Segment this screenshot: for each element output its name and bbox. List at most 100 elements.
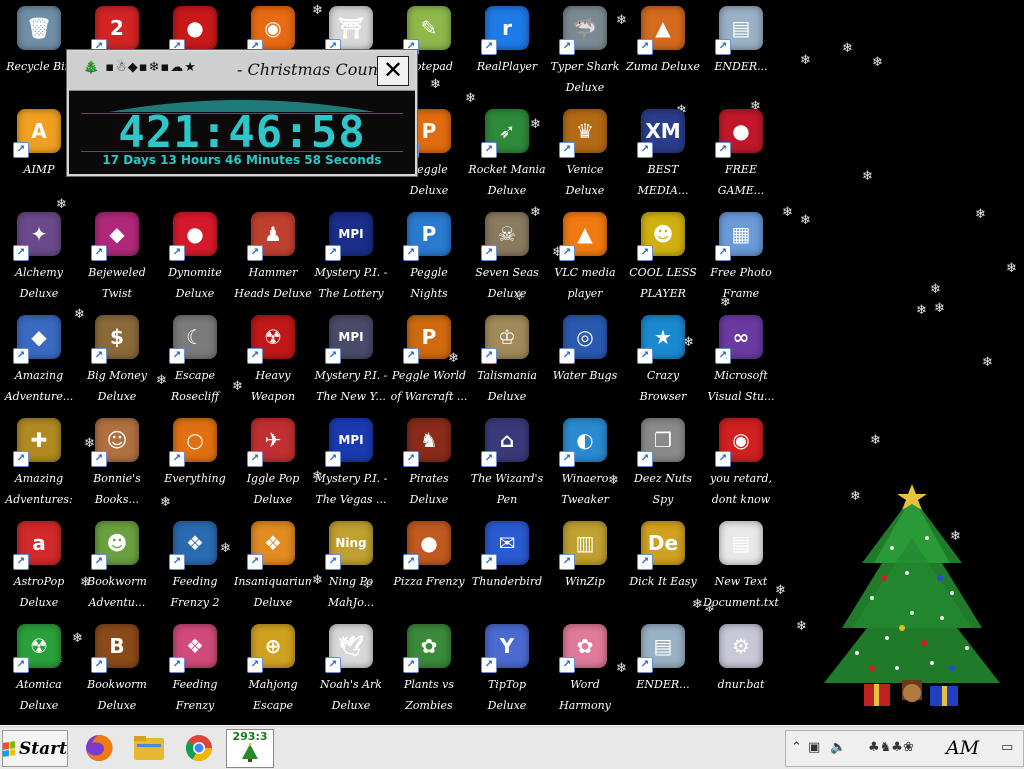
start-label: Start: [19, 738, 67, 759]
desktop-icon[interactable]: ✦ ↗ Alchemy Deluxe: [0, 208, 78, 311]
desktop-icon[interactable]: ● ↗ Dynomite Deluxe: [156, 208, 234, 311]
desktop-icon-label: Dynomite Deluxe: [168, 266, 222, 300]
desktop-icon[interactable]: ➶ ↗ Rocket Mania Deluxe: [468, 105, 546, 208]
snowflake-icon: ❄: [872, 55, 883, 70]
tray-clock[interactable]: AM: [946, 737, 979, 759]
desktop-icon[interactable]: B ↗ Bookworm Deluxe: [78, 620, 156, 723]
desktop-icon[interactable]: 🕊 ↗ Noah's Ark Deluxe: [312, 620, 390, 723]
desktop-icon[interactable]: XM ↗ BEST MEDIA...: [624, 105, 702, 208]
christmas-countdown-gadget[interactable]: 🎄 ▪☃◆▪❄▪☁★ - Christmas Coun... ✕ 421:46:…: [67, 50, 417, 176]
desktop-icon-label: Insaniquarium Deluxe: [234, 575, 312, 609]
shortcut-arrow-icon: ↗: [559, 554, 575, 570]
desktop-icon[interactable]: ♟ ↗ Hammer Heads Deluxe: [234, 208, 312, 311]
desktop-icon[interactable]: ⚙ dnur.bat: [702, 620, 780, 723]
taskbar-chrome-button[interactable]: [180, 730, 218, 765]
shortcut-arrow-icon: ↗: [325, 451, 341, 467]
taskbar-firefox-button[interactable]: [80, 730, 118, 765]
desktop-icon[interactable]: ✚↗ Amazing Adventures: ...: [0, 414, 78, 517]
desktop-icon[interactable]: ☢ ↗ Atomica Deluxe: [0, 620, 78, 723]
desktop-icon[interactable]: ▤ ↗ ENDER...: [702, 2, 780, 105]
desktop-icon-label: Escape Rosecliff Island: [170, 369, 220, 403]
desktop-icon[interactable]: ▦ ↗ Free Photo Frame: [702, 208, 780, 311]
taskbar: Start 293:3 ⌃ ▣ 🔈 ♣♞♣❀ AM ▭: [0, 725, 1024, 769]
desktop-icon[interactable]: ☻ ↗ COOL LESS PLAYER: [624, 208, 702, 311]
desktop-icon[interactable]: ▲ ↗ VLC media player: [546, 208, 624, 311]
desktop-icon[interactable]: P ↗ Peggle World of Warcraft ...: [390, 311, 468, 414]
desktop-icon[interactable]: Ning ↗ Ning Po MahJo...: [312, 517, 390, 620]
desktop-icon[interactable]: ✉ ↗ Thunderbird: [468, 517, 546, 620]
desktop-icon[interactable]: ★ ↗ Crazy Browser: [624, 311, 702, 414]
desktop-icon[interactable]: ○ ↗ Everything: [156, 414, 234, 517]
tray-chevron-icon[interactable]: ⌃: [791, 740, 802, 755]
desktop-icon[interactable]: ♔ ↗ Talismania Deluxe: [468, 311, 546, 414]
desktop-icon[interactable]: MPI↗ Mystery P.I. - The Lottery ...: [312, 208, 390, 311]
desktop-icon[interactable]: ❖↗ Feeding Frenzy Deluxe: [156, 620, 234, 723]
desktop-icon[interactable]: P↗ Peggle Nights Deluxe: [390, 208, 468, 311]
desktop-icon[interactable]: ◎ ↗ Water Bugs: [546, 311, 624, 414]
desktop-icon[interactable]: De ↗ Dick It Easy: [624, 517, 702, 620]
desktop-icon[interactable]: ❖ ↗ Insaniquarium Deluxe: [234, 517, 312, 620]
firefox-icon: [86, 734, 113, 761]
desktop-icon[interactable]: ✈ ↗ Iggle Pop Deluxe: [234, 414, 312, 517]
desktop-icon[interactable]: ❐ ↗ Deez Nuts Spy: [624, 414, 702, 517]
desktop-icon[interactable]: ▤ ↗ ENDER...: [624, 620, 702, 723]
desktop-icon[interactable]: Y ↗ TipTop Deluxe: [468, 620, 546, 723]
desktop-icon-label: Microsoft Visual Stu...: [707, 369, 775, 403]
desktop-icon[interactable]: ∞ ↗ Microsoft Visual Stu...: [702, 311, 780, 414]
peggle-wow-icon: P ↗: [403, 315, 451, 364]
shortcut-arrow-icon: ↗: [247, 657, 263, 673]
moon-icon: ☾ ↗: [169, 315, 217, 364]
close-icon[interactable]: ✕: [377, 56, 409, 86]
desktop-icon[interactable]: ◆ ↗ Amazing Adventure...: [0, 311, 78, 414]
desktop-icon[interactable]: ▲ ↗ Zuma Deluxe: [624, 2, 702, 105]
network-icon[interactable]: ▣: [808, 740, 820, 755]
window-icon: ▤ ↗: [637, 624, 685, 673]
fish-icon: ❖ ↗: [169, 521, 217, 570]
recycle-bin-icon: 🗑: [17, 6, 61, 50]
shortcut-arrow-icon: ↗: [91, 348, 107, 364]
desktop-icon[interactable]: ▥ ↗ WinZip: [546, 517, 624, 620]
volume-icon[interactable]: 🔈: [830, 740, 846, 755]
desktop-icon[interactable]: ☻ ↗ Bookworm Adventu...: [78, 517, 156, 620]
gadget-title-bar[interactable]: 🎄 ▪☃◆▪❄▪☁★ - Christmas Coun... ✕: [69, 52, 415, 91]
desktop-icon[interactable]: ◐ ↗ Winaero Tweaker: [546, 414, 624, 517]
desktop-icon-label: Ning Po MahJo...: [327, 575, 375, 609]
desktop-icon[interactable]: ☺ ↗ Bonnie's Books...: [78, 414, 156, 517]
desktop-icon[interactable]: ▤ New Text Document.txt: [702, 517, 780, 620]
gadget-divider: [81, 151, 403, 152]
taskbar-countdown-button[interactable]: 293:3: [226, 729, 274, 768]
desktop-icon[interactable]: ✿↗ Word Harmony Deluxe: [546, 620, 624, 723]
christmas-tree-image: [824, 484, 1000, 706]
snowflake-icon: ❄: [1006, 261, 1017, 276]
desktop-icon[interactable]: a ↗ AstroPop Deluxe: [0, 517, 78, 620]
shortcut-arrow-icon: ↗: [403, 348, 419, 364]
shortcut-arrow-icon: ↗: [91, 245, 107, 261]
desktop-icon[interactable]: $ ↗ Big Money Deluxe: [78, 311, 156, 414]
shortcut-arrow-icon: ↗: [637, 554, 653, 570]
desktop-icon-label: RealPlayer: [476, 60, 538, 73]
desktop-icon[interactable]: ⊕↗ Mahjong Escape Ancient China: [234, 620, 312, 723]
desktop-icon[interactable]: ☾↗ Escape Rosecliff Island: [156, 311, 234, 414]
desktop-icon[interactable]: r ↗ RealPlayer: [468, 2, 546, 105]
desktop-icon[interactable]: ● ↗ FREE GAME...: [702, 105, 780, 208]
start-button[interactable]: Start: [2, 730, 68, 767]
taskbar-file-explorer-button[interactable]: [130, 730, 168, 765]
desktop-icon[interactable]: ☠ ↗ Seven Seas Deluxe: [468, 208, 546, 311]
desktop-icon[interactable]: 🦈 ↗ Typer Shark Deluxe: [546, 2, 624, 105]
desktop-icon[interactable]: ❖↗ Feeding Frenzy 2 Deluxe: [156, 517, 234, 620]
desktop-icon[interactable]: ♞ ↗ Pirates Deluxe: [390, 414, 468, 517]
desktop-icon[interactable]: ● ↗ Pizza Frenzy: [390, 517, 468, 620]
desktop-icon-label: COOL LESS PLAYER: [629, 266, 697, 300]
desktop-icon[interactable]: ✿ ↗ Plants vs Zombies: [390, 620, 468, 723]
desktop-icon[interactable]: MPI ↗ Mystery P.I. - The Vegas ...: [312, 414, 390, 517]
desktop-icon[interactable]: ◉↗ you retard, dont know how to ...: [702, 414, 780, 517]
pirate-icon: ♞ ↗: [403, 418, 451, 467]
desktop-icon[interactable]: MPI ↗ Mystery P.I. - The New Y...: [312, 311, 390, 414]
desktop-icon-label: Big Money Deluxe: [87, 369, 147, 403]
desktop-icon[interactable]: ♛ ↗ Venice Deluxe: [546, 105, 624, 208]
desktop-icon[interactable]: ☢↗ Heavy Weapon Deluxe: [234, 311, 312, 414]
show-desktop-icon[interactable]: ▭: [1001, 740, 1013, 755]
shortcut-arrow-icon: ↗: [715, 348, 731, 364]
desktop-icon[interactable]: ⌂ ↗ The Wizard's Pen: [468, 414, 546, 517]
desktop-icon[interactable]: ◆ ↗ Bejeweled Twist: [78, 208, 156, 311]
